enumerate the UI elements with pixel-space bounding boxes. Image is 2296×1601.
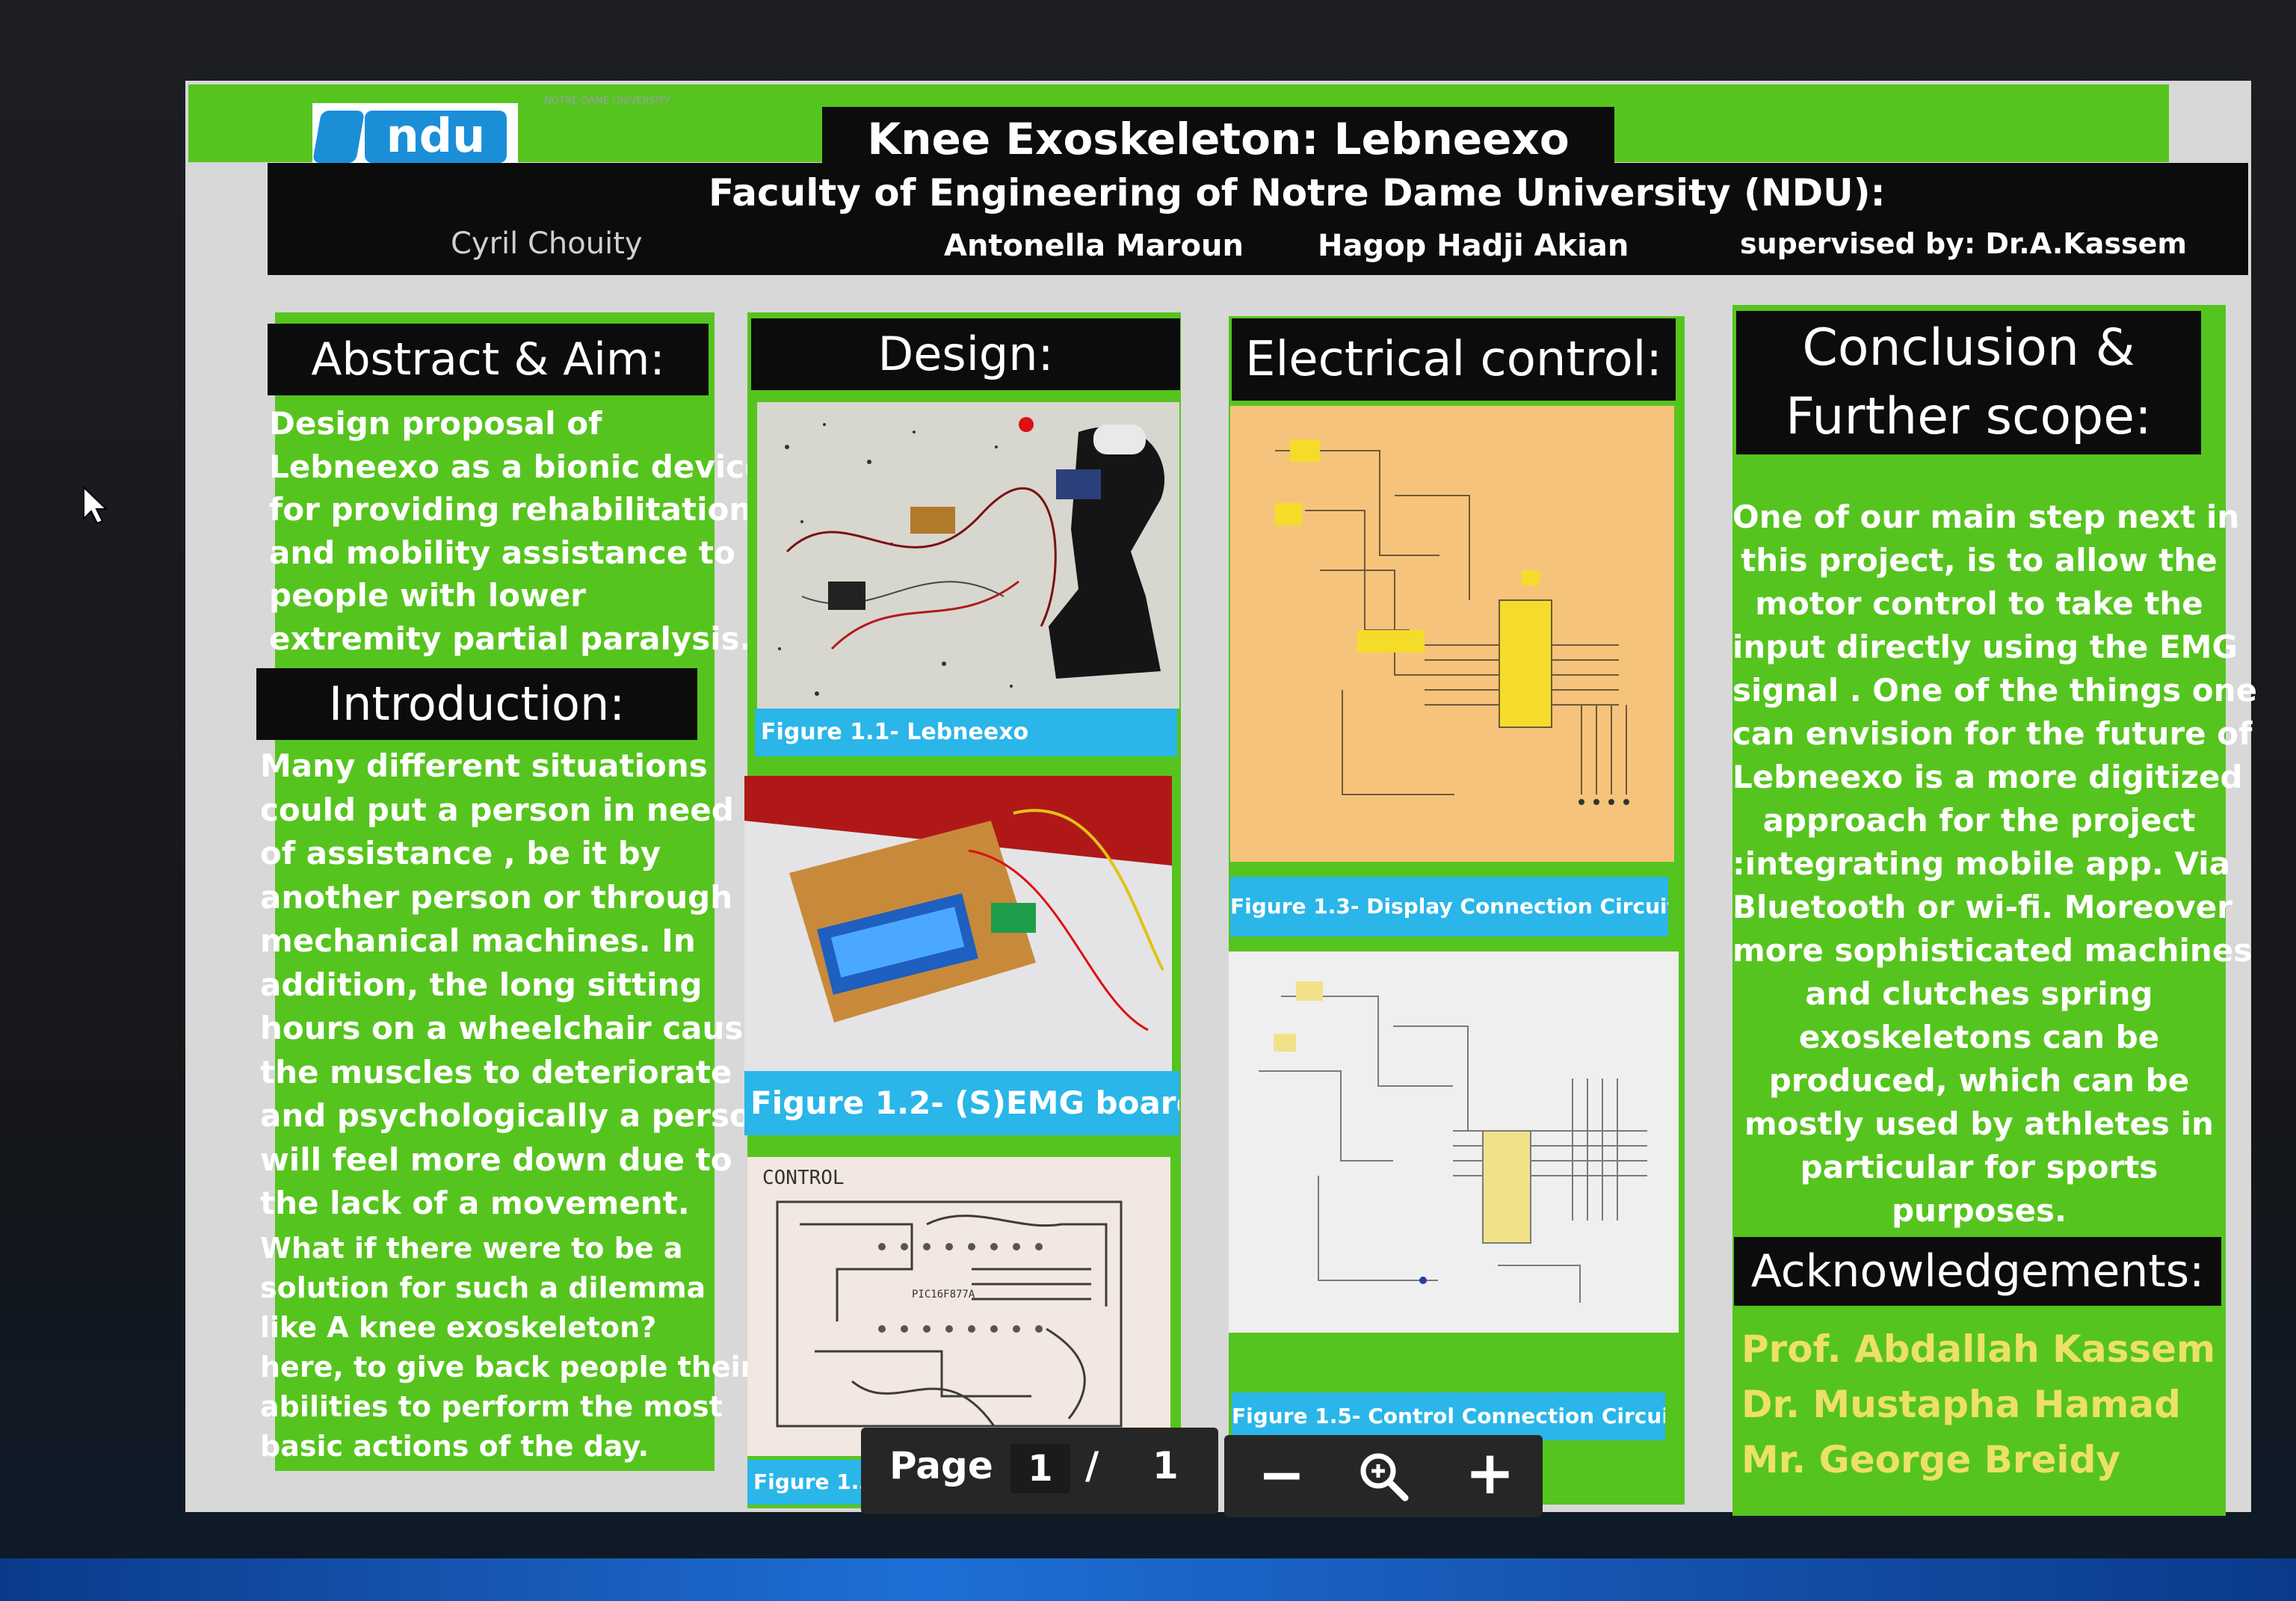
intro-line-small: What if there were to be a: [260, 1231, 683, 1265]
conclusion-line: signal . One of the things one: [1732, 672, 2258, 709]
conclusion-line: :integrating mobile app. Via: [1732, 845, 2230, 882]
abstract-line: Design proposal of: [269, 405, 602, 442]
ndu-logo-mark-icon: [312, 111, 365, 163]
figure-1-3-caption: Figure 1.3- Display Connection Circuit: [1230, 877, 1668, 937]
supervisor-line: supervised by: Dr.A.Kassem: [1740, 227, 2187, 260]
zoom-in-button[interactable]: +: [1465, 1440, 1515, 1507]
author-1: Cyril Chouity: [451, 226, 643, 261]
page-label: Page: [889, 1444, 993, 1487]
pcb-chip-label: PIC16F877A: [912, 1289, 975, 1301]
abstract-text: Design proposal of Lebneexo as a bionic …: [269, 402, 766, 660]
figure-1-1-caption: Figure 1.1- Lebneexo: [755, 709, 1177, 756]
conclusion-line: Bluetooth or wi-fi. Moreover: [1732, 889, 2232, 925]
intro-line: addition, the long sitting: [260, 966, 703, 1003]
zoom-out-button[interactable]: −: [1258, 1443, 1306, 1507]
conclusion-line: more sophisticated machines: [1732, 932, 2253, 969]
author-3: Hagop Hadji Akian: [1318, 229, 1629, 263]
intro-line: Many different situations: [260, 747, 708, 784]
intro-line-small: like A knee exoskeleton?: [260, 1310, 657, 1344]
conclusion-line: exoskeletons can be: [1798, 1019, 2160, 1055]
emg-board-photo: [744, 776, 1172, 1075]
acknowledgement-name: Dr. Mustapha Hamad: [1741, 1383, 2181, 1426]
display-circuit-drawing: [1230, 406, 1674, 862]
conclusion-line: this project, is to allow the: [1741, 542, 2218, 579]
ndu-logo: ndu: [312, 103, 518, 172]
conclusion-line: motor control to take the: [1755, 585, 2203, 622]
introduction-text: Many different situations could put a pe…: [260, 744, 774, 1466]
introduction-heading: Introduction:: [256, 668, 697, 740]
abstract-heading: Abstract & Aim:: [268, 324, 709, 395]
zoom-toolbar: − +: [1224, 1435, 1543, 1517]
author-2: Antonella Maroun: [944, 229, 1244, 263]
conclusion-heading-line2: Further scope:: [1786, 387, 2152, 446]
abstract-line: Lebneexo as a bionic device: [269, 448, 766, 485]
acknowledgement-name: Mr. George Breidy: [1741, 1438, 2120, 1481]
control-circuit-drawing: [1229, 951, 1679, 1333]
total-pages: 1: [1152, 1444, 1179, 1487]
poster-title: Knee Exoskeleton: Lebneexo: [867, 114, 1570, 164]
control-circuit-schematic: [1229, 951, 1679, 1333]
page-separator: /: [1085, 1444, 1099, 1487]
abstract-line: people with lower: [269, 577, 587, 614]
zoom-magnifier-icon[interactable]: [1357, 1450, 1410, 1502]
conclusion-line: mostly used by athletes in: [1744, 1105, 2214, 1142]
poster-page: ndu NOTRE DAME UNIVERSITY Knee Exoskelet…: [185, 81, 2258, 1516]
page-navigation-bar: Page 1 / 1: [861, 1428, 1218, 1514]
intro-line: will feel more down due to: [260, 1141, 732, 1178]
intro-line: could put a person in need: [260, 791, 734, 828]
intro-line: mechanical machines. In: [260, 922, 696, 959]
pcb-layout-drawing: CONTROL PIC16F877A: [747, 1157, 1170, 1456]
ndu-logo-wordmark: ndu: [365, 111, 507, 163]
figure-1-2-caption: Figure 1.2- (S)EMG board: [744, 1071, 1179, 1135]
faculty-line: Faculty of Engineering of Notre Dame Uni…: [709, 171, 1886, 215]
conclusion-line: and clutches spring: [1805, 975, 2153, 1012]
conclusion-line: particular for sports: [1800, 1149, 2158, 1185]
mouse-cursor-icon: [82, 485, 108, 525]
conclusion-line: Lebneexo is a more digitized: [1732, 759, 2243, 795]
intro-line-small: abilities to perform the most: [260, 1389, 723, 1423]
abstract-line: for providing rehabilitation: [269, 491, 752, 528]
logo-subtext: NOTRE DAME UNIVERSITY: [544, 96, 670, 107]
conclusion-line: purposes.: [1891, 1192, 2067, 1229]
intro-line: of assistance , be it by: [260, 835, 661, 872]
abstract-line: and mobility assistance to: [269, 534, 735, 571]
design-heading: Design:: [751, 318, 1180, 390]
emg-board-photo-drawing: [744, 776, 1172, 1075]
intro-line-small: basic actions of the day.: [260, 1429, 649, 1463]
intro-line-small: here, to give back people their: [260, 1350, 755, 1383]
figure-1-5-caption: Figure 1.5- Control Connection Circuit: [1232, 1392, 1665, 1440]
intro-line: the lack of a movement.: [260, 1185, 690, 1221]
conclusion-line: approach for the project: [1762, 802, 2196, 839]
conclusion-line: produced, which can be: [1768, 1062, 2190, 1099]
intro-line: another person or through: [260, 878, 733, 916]
conclusion-heading-line1: Conclusion &: [1802, 318, 2135, 377]
electrical-heading: Electrical control:: [1232, 318, 1676, 401]
lebneexo-photo: [757, 402, 1179, 709]
intro-line: the muscles to deteriorate: [260, 1053, 732, 1091]
windows-taskbar: [0, 1558, 2296, 1601]
conclusion-text: One of our main step next in this projec…: [1732, 496, 2258, 1233]
abstract-line: extremity partial paralysis.: [269, 620, 752, 657]
pcb-control-label: CONTROL: [762, 1167, 845, 1189]
conclusion-heading-box: Conclusion & Further scope:: [1736, 311, 2201, 454]
lebneexo-photo-drawing: [757, 402, 1179, 709]
current-page-input[interactable]: 1: [1010, 1444, 1070, 1493]
display-circuit-schematic: [1230, 406, 1674, 862]
acknowledgements-list: Prof. Abdallah Kassem Dr. Mustapha Hamad…: [1741, 1321, 2220, 1487]
intro-line: hours on a wheelchair cause: [260, 1010, 765, 1046]
conclusion-line: can envision for the future of: [1732, 715, 2253, 752]
intro-line-small: solution for such a dilemma: [260, 1271, 706, 1304]
acknowledgement-name: Prof. Abdallah Kassem: [1741, 1327, 2216, 1371]
pcb-layout-image: CONTROL PIC16F877A: [747, 1157, 1170, 1456]
conclusion-line: One of our main step next in: [1732, 499, 2240, 535]
intro-line: and psychologically a person: [260, 1097, 774, 1134]
acknowledgements-heading: Acknowledgements:: [1734, 1237, 2221, 1306]
conclusion-line: input directly using the EMG: [1732, 629, 2238, 665]
